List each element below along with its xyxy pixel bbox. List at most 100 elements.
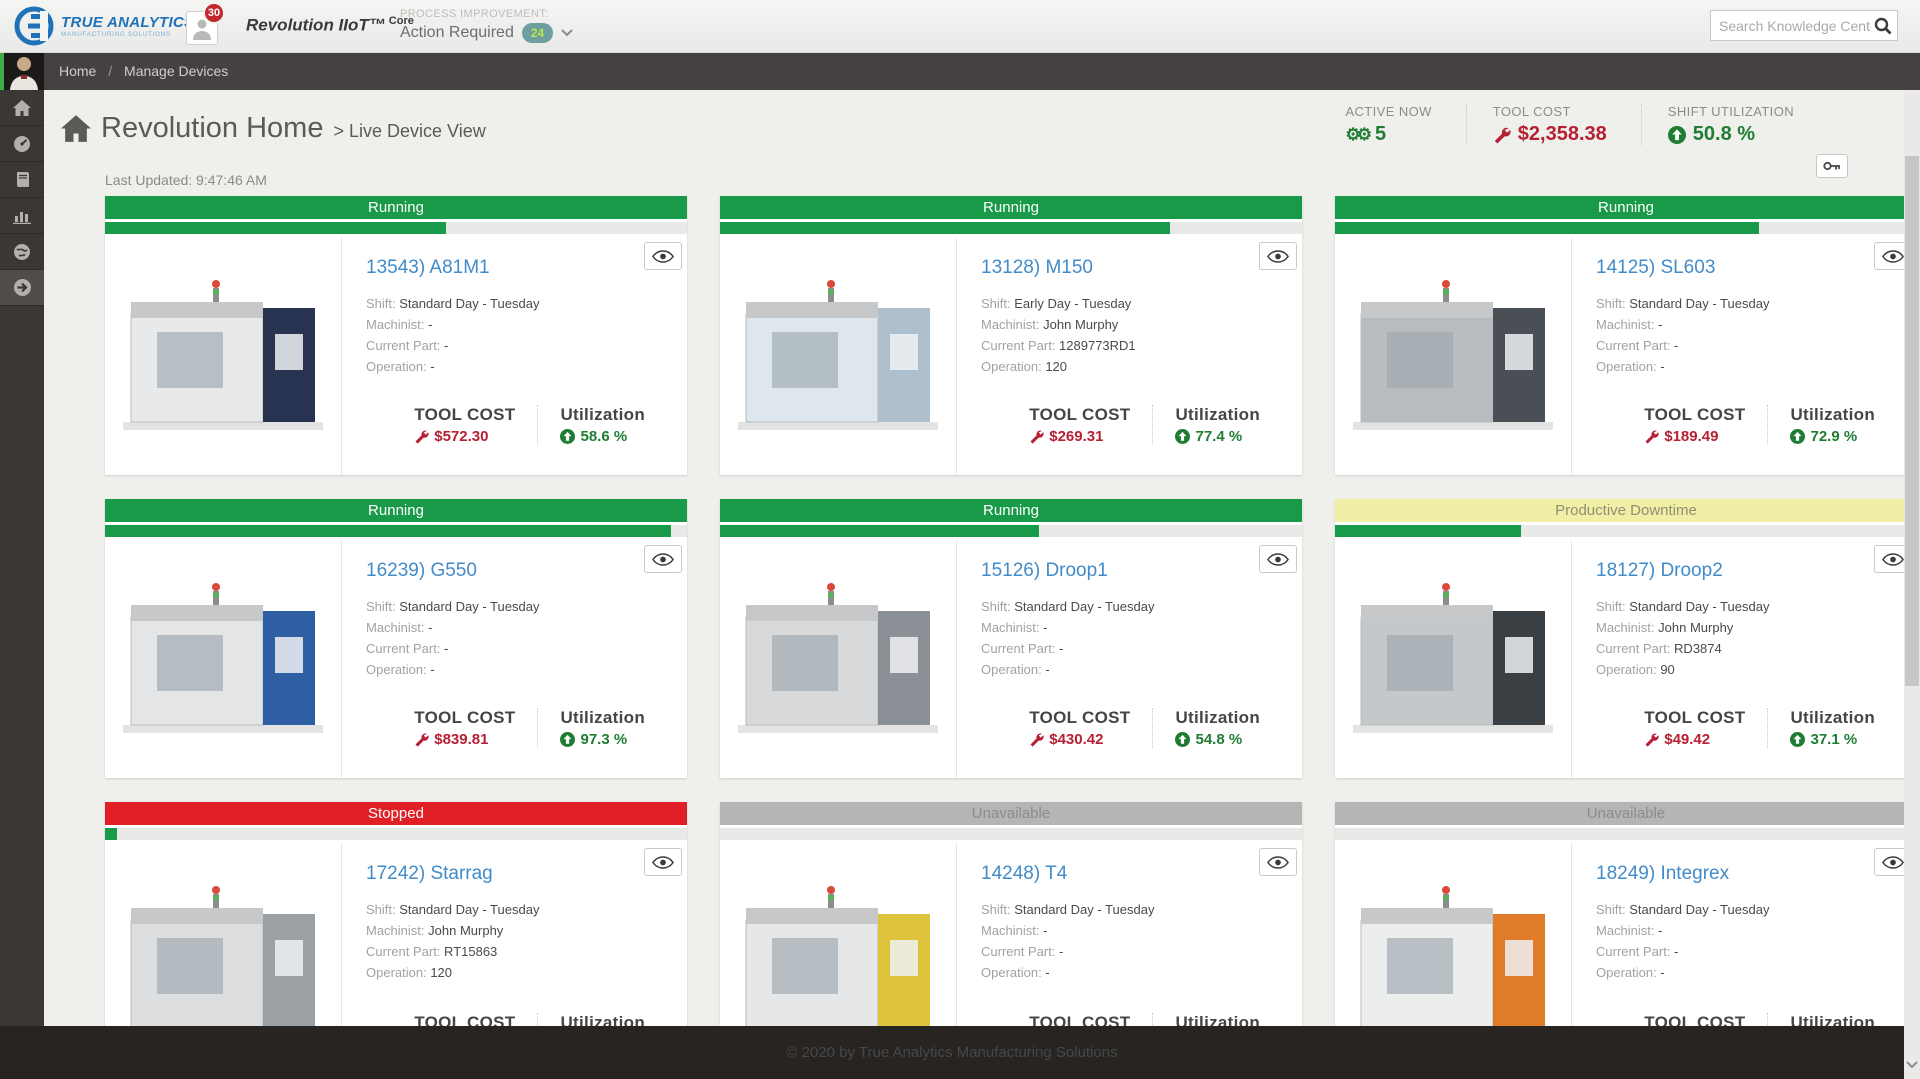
tool-cost-block: TOOL COST $572.30 <box>392 405 537 445</box>
magnifier-icon[interactable] <box>1873 16 1893 36</box>
speedometer-icon <box>13 135 31 153</box>
detail-machinist: Machinist: - <box>981 920 1282 941</box>
device-title-link[interactable]: 13128) M150 <box>981 257 1282 279</box>
sidebar-item-reports[interactable] <box>0 198 44 234</box>
eye-icon <box>1882 250 1904 263</box>
card-footer: TOOL COST Utilization <box>1596 1013 1897 1026</box>
process-improvement-block: PROCESS IMPROVEMENT: Action Required 24 <box>400 8 573 43</box>
eye-icon <box>1267 856 1289 869</box>
sidebar-item-dashboard[interactable] <box>0 126 44 162</box>
utilization-block: Utilization 97.3 % <box>537 708 667 748</box>
detail-shift: Shift: Standard Day - Tuesday <box>1596 899 1897 920</box>
utilization-progressbar <box>105 828 687 840</box>
company-logo[interactable]: TRUE ANALYTICS MANUFACTURING SOLUTIONS <box>14 6 194 46</box>
device-status-header: Stopped <box>105 802 687 825</box>
detail-operation: Operation: - <box>366 356 667 377</box>
product-name: Revolution IIoT™Core <box>246 15 414 36</box>
wrench-icon <box>1493 126 1511 144</box>
machine-photo <box>1335 237 1571 475</box>
device-status-header: Running <box>105 196 687 219</box>
device-info: 18127) Droop2 Shift: Standard Day - Tues… <box>1571 540 1904 778</box>
eye-icon <box>1267 553 1289 566</box>
device-key-button[interactable] <box>1816 154 1848 178</box>
progressbar-fill <box>105 222 446 234</box>
arrow-up-circle-icon <box>1175 429 1190 444</box>
device-info: 13128) M150 Shift: Early Day - Tuesday M… <box>956 237 1302 475</box>
eye-icon <box>652 856 674 869</box>
machine-photo <box>720 237 956 475</box>
avatar-photo <box>4 53 44 90</box>
detail-current-part: Current Part: - <box>981 638 1282 659</box>
detail-shift: Shift: Standard Day - Tuesday <box>366 293 667 314</box>
device-card: Productive Downtime 18127) Droop2 Shift:… <box>1335 499 1904 778</box>
device-title-link[interactable]: 18249) Integrex <box>1596 863 1897 885</box>
notification-badge[interactable]: 30 <box>203 2 225 24</box>
device-card-grid: Running 13543) A81M1 Shift: Standard Day… <box>105 196 1904 1026</box>
device-status-header: Unavailable <box>1335 802 1904 825</box>
device-info: 14248) T4 Shift: Standard Day - Tuesday … <box>956 843 1302 1026</box>
progressbar-fill <box>1335 525 1521 537</box>
detail-current-part: Current Part: - <box>366 335 667 356</box>
search-input[interactable] <box>1711 18 1873 34</box>
sidebar-item-global[interactable] <box>0 234 44 270</box>
detail-operation: Operation: - <box>981 962 1282 983</box>
detail-shift: Shift: Standard Day - Tuesday <box>1596 293 1897 314</box>
utilization-progressbar <box>1335 222 1904 234</box>
arrow-right-circle-icon <box>13 278 32 297</box>
device-title-link[interactable]: 18127) Droop2 <box>1596 560 1897 582</box>
action-required-label: Action Required <box>400 24 514 42</box>
sidebar-item-live-devices[interactable] <box>0 270 44 306</box>
sidebar-user-avatar[interactable] <box>0 53 44 90</box>
detail-operation: Operation: 90 <box>1596 659 1897 680</box>
logo-title: TRUE ANALYTICS <box>61 14 194 31</box>
view-device-button[interactable] <box>1259 848 1297 876</box>
stat-tool-cost: TOOL COST $2,358.38 <box>1466 104 1641 146</box>
page-header: Revolution Home > Live Device View ACTIV… <box>44 90 1904 166</box>
sidebar-item-journal[interactable] <box>0 162 44 198</box>
device-title-link[interactable]: 16239) G550 <box>366 560 667 582</box>
scrollbar-thumb[interactable] <box>1905 156 1919 686</box>
device-title-link[interactable]: 14248) T4 <box>981 863 1282 885</box>
utilization-progressbar <box>720 222 1302 234</box>
detail-machinist: Machinist: John Murphy <box>1596 617 1897 638</box>
view-device-button[interactable] <box>1259 242 1297 270</box>
progressbar-fill <box>1335 222 1759 234</box>
key-icon <box>1823 160 1841 172</box>
device-title-link[interactable]: 17242) Starrag <box>366 863 667 885</box>
device-title-link[interactable]: 15126) Droop1 <box>981 560 1282 582</box>
device-title-link[interactable]: 14125) SL603 <box>1596 257 1897 279</box>
arrow-up-circle-icon <box>1175 732 1190 747</box>
view-device-button[interactable] <box>1874 848 1904 876</box>
gears-icon: ⚙⚙ <box>1345 126 1367 143</box>
device-card: Running 13543) A81M1 Shift: Standard Day… <box>105 196 687 475</box>
tool-cost-block: TOOL COST <box>392 1013 537 1026</box>
detail-operation: Operation: 120 <box>981 356 1282 377</box>
scroll-down-chevron-icon[interactable] <box>1906 1061 1918 1069</box>
eye-icon <box>1267 250 1289 263</box>
view-device-button[interactable] <box>1874 545 1904 573</box>
view-device-button[interactable] <box>644 545 682 573</box>
view-device-button[interactable] <box>1259 545 1297 573</box>
detail-shift: Shift: Standard Day - Tuesday <box>1596 596 1897 617</box>
view-device-button[interactable] <box>1874 242 1904 270</box>
device-title-link[interactable]: 13543) A81M1 <box>366 257 667 279</box>
arrow-up-circle-icon <box>560 732 575 747</box>
view-device-button[interactable] <box>644 242 682 270</box>
breadcrumb-home-link[interactable]: Home <box>59 63 96 79</box>
device-card: Running 15126) Droop1 Shift: Standard Da… <box>720 499 1302 778</box>
sidebar-item-home[interactable] <box>0 90 44 126</box>
logo-subtitle: MANUFACTURING SOLUTIONS <box>61 31 194 38</box>
detail-current-part: Current Part: RT15863 <box>366 941 667 962</box>
tool-cost-block: TOOL COST $269.31 <box>1007 405 1152 445</box>
utilization-block: Utilization <box>1152 1013 1282 1026</box>
machine-photo <box>1335 843 1571 1026</box>
copyright-text: © 2020 by True Analytics Manufacturing S… <box>786 1044 1117 1061</box>
detail-operation: Operation: - <box>1596 962 1897 983</box>
breadcrumb-manage-devices-link[interactable]: Manage Devices <box>124 63 228 79</box>
tool-cost-block: TOOL COST $430.42 <box>1007 708 1152 748</box>
action-required-dropdown[interactable]: Action Required 24 <box>400 23 573 43</box>
detail-machinist: Machinist: - <box>366 617 667 638</box>
view-device-button[interactable] <box>644 848 682 876</box>
detail-machinist: Machinist: - <box>1596 314 1897 335</box>
detail-machinist: Machinist: - <box>1596 920 1897 941</box>
